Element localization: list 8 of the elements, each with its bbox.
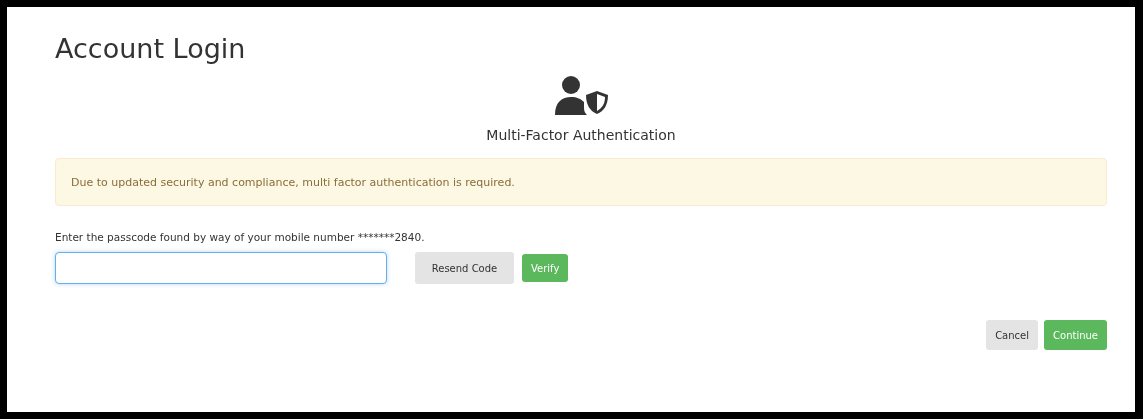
user-shield-icon bbox=[553, 75, 609, 115]
passcode-input[interactable] bbox=[55, 252, 387, 284]
section-title: Multi-Factor Authentication bbox=[486, 127, 676, 143]
passcode-label: Enter the passcode found by way of your mobile number *******2840. bbox=[55, 231, 426, 243]
page-title: Account Login bbox=[55, 35, 247, 66]
resend-code-button[interactable]: Resend Code bbox=[415, 252, 514, 284]
cancel-button[interactable]: Cancel bbox=[986, 320, 1039, 350]
alert-message: Due to updated security and compliance, multi factor authentication is required. bbox=[71, 175, 515, 189]
